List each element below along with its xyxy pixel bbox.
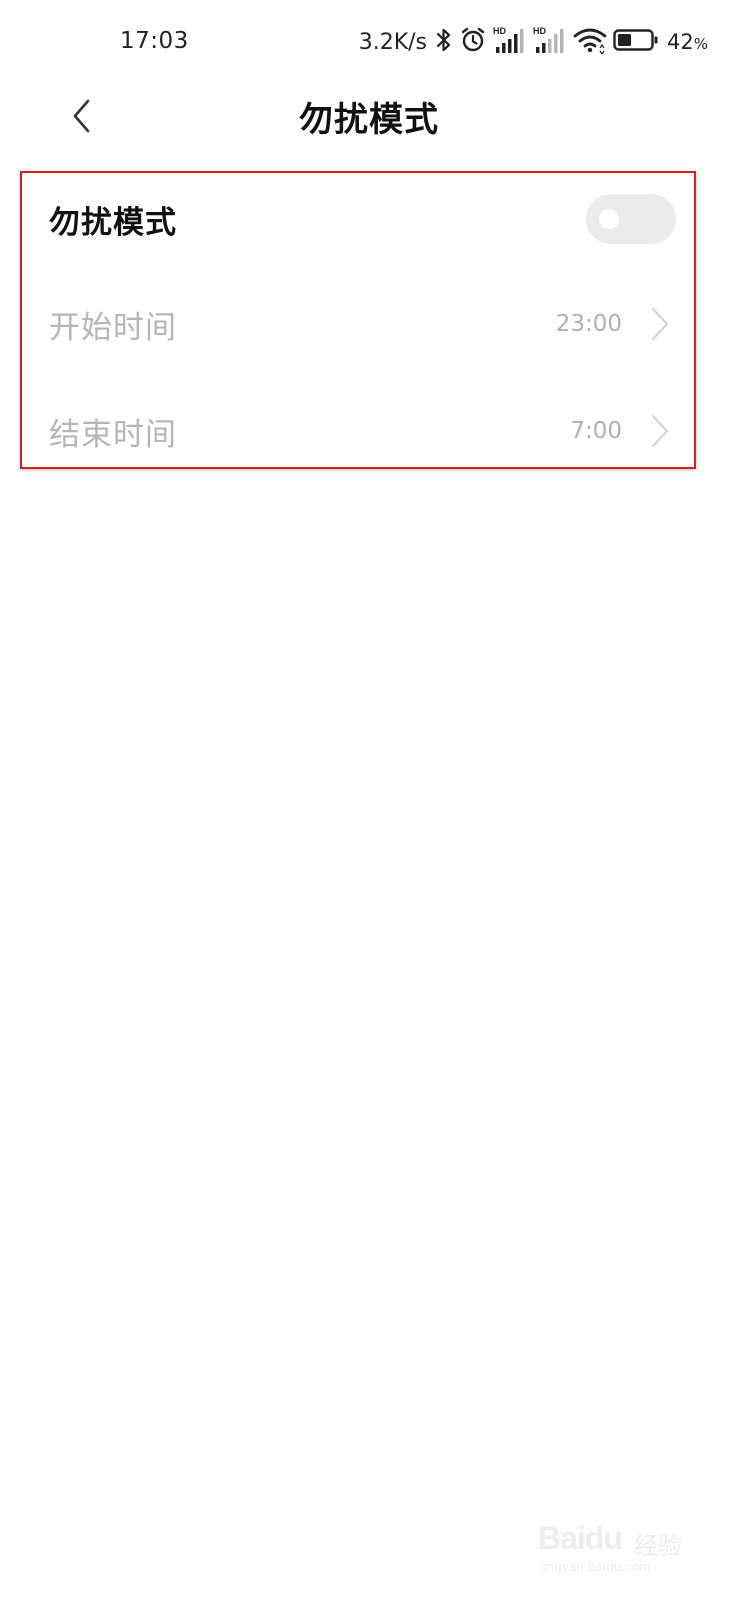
- end-time-label: 结束时间: [49, 416, 177, 453]
- dnd-settings-panel: 勿扰模式 开始时间 23:00 结束时间 7:00: [20, 171, 696, 469]
- network-speed: 3.2K/s: [358, 29, 427, 55]
- battery-icon: [613, 28, 659, 56]
- screen: 17:03 3.2K/s HD HD 42% 勿扰模式 勿扰模式 开始时间 23…: [0, 0, 738, 1600]
- start-time-value: 23:00: [555, 311, 622, 337]
- signal-hd-icon: HD: [533, 25, 567, 59]
- watermark-brand: Baidu: [538, 1520, 623, 1556]
- chevron-right-icon: [652, 415, 668, 447]
- baidu-watermark: Baidu 经验 jingyan.baidu.com: [538, 1516, 698, 1580]
- battery-unit: %: [693, 35, 708, 53]
- wifi-icon: [573, 26, 607, 58]
- bluetooth-icon: [435, 26, 453, 58]
- end-time-row[interactable]: 结束时间 7:00: [22, 386, 694, 476]
- watermark-sub: 经验: [634, 1532, 682, 1560]
- start-time-row[interactable]: 开始时间 23:00: [22, 279, 694, 369]
- chevron-right-icon: [652, 308, 668, 340]
- end-time-value: 7:00: [570, 418, 622, 444]
- dnd-toggle-switch[interactable]: [586, 194, 676, 244]
- status-time: 17:03: [120, 28, 189, 54]
- status-icons: 3.2K/s HD HD 42%: [359, 25, 708, 59]
- battery-level: 42: [667, 30, 694, 54]
- watermark-url: jingyan.baidu.com: [540, 1560, 651, 1574]
- nav-bar: 勿扰模式: [0, 84, 738, 148]
- alarm-icon: [459, 26, 487, 58]
- hd-badge-2: HD: [533, 26, 546, 36]
- start-time-label: 开始时间: [49, 309, 177, 346]
- hd-badge-1: HD: [493, 26, 506, 36]
- toggle-knob: [599, 209, 619, 229]
- dnd-toggle-row[interactable]: 勿扰模式: [22, 173, 694, 265]
- page-title: 勿扰模式: [299, 100, 439, 140]
- dnd-toggle-label: 勿扰模式: [49, 204, 177, 241]
- signal-hd-icon: HD: [493, 25, 527, 59]
- battery-percentage: 42%: [667, 30, 708, 54]
- status-bar: 17:03 3.2K/s HD HD 42%: [0, 0, 738, 84]
